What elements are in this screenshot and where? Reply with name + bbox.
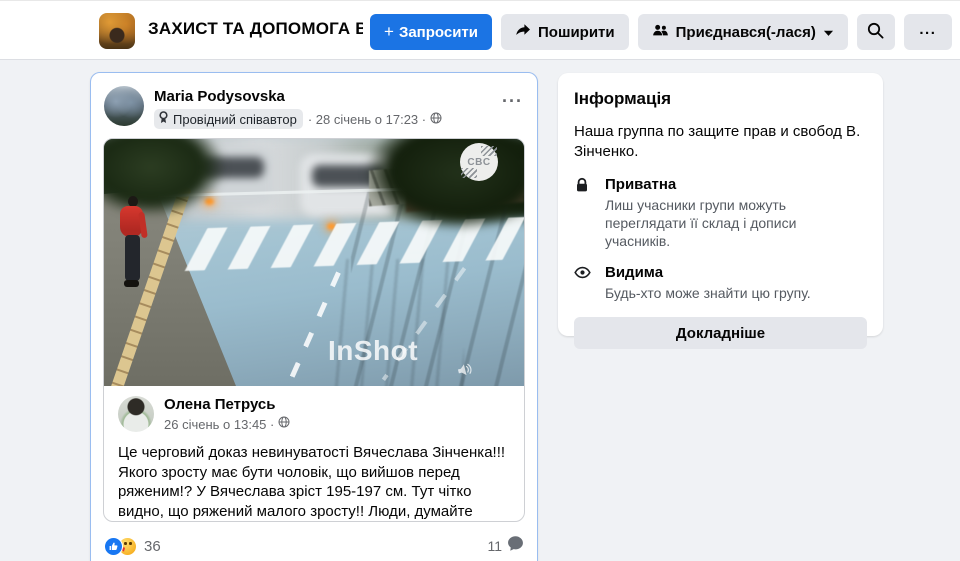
comment-count: 11 — [487, 538, 502, 554]
chevron-down-icon — [823, 24, 834, 41]
post-timestamp[interactable]: · 28 січень о 17:23 · — [308, 112, 442, 127]
pedestrian-figure — [119, 196, 147, 292]
comment-bubble-icon — [507, 535, 524, 557]
shared-post-text: Це черговий доказ невинуватості Вячеслав… — [104, 434, 524, 522]
badge-label: Провідний співавтор — [173, 112, 297, 127]
ellipsis-icon: ... — [919, 21, 936, 38]
invite-label: Запросити — [399, 24, 478, 41]
invite-button[interactable]: + Запросити — [370, 14, 492, 50]
shared-post-header: Олена Петрусь 26 січень о 13:45 · — [104, 386, 524, 434]
group-title[interactable]: ЗАХИСТ ТА ДОПОМОГА ВЯ... — [148, 19, 363, 39]
like-reaction-icon — [104, 537, 123, 556]
share-button[interactable]: Поширити — [501, 14, 629, 50]
post-meta-row: Провідний співавтор · 28 січень о 17:23 … — [154, 109, 442, 129]
shared-author-name[interactable]: Олена Петрусь — [164, 396, 275, 413]
header-more-button[interactable]: ... — [904, 14, 952, 50]
group-avatar[interactable] — [99, 13, 135, 49]
globe-icon — [430, 112, 442, 127]
lock-icon — [574, 176, 592, 250]
group-info-card: Інформація Наша группа по защите прав и … — [558, 73, 883, 336]
globe-icon — [278, 415, 290, 433]
group-header-bar: ЗАХИСТ ТА ДОПОМОГА ВЯ... + Запросити Пош… — [0, 0, 960, 60]
visibility-row: Видима Будь-хто може знайти цю групу. — [574, 264, 867, 302]
shared-author-avatar[interactable] — [118, 396, 154, 432]
inshot-watermark: InShot — [328, 335, 418, 367]
privacy-description: Лиш учасники групи можуть переглядати її… — [605, 196, 860, 250]
inshot-text: InShot — [328, 335, 418, 366]
share-label: Поширити — [538, 24, 615, 41]
privacy-row: Приватна Лиш учасники групи можуть перег… — [574, 176, 867, 250]
details-button[interactable]: Докладніше — [574, 317, 867, 349]
post-card: Maria Podysovska Провідний співавтор · 2… — [90, 72, 538, 561]
post-video[interactable]: CBC InShot — [104, 139, 524, 386]
cbc-logo: CBC — [460, 143, 498, 181]
plus-icon: + — [384, 22, 394, 42]
reactions-bar: ♥ 36 11 — [104, 534, 524, 558]
visibility-title: Видима — [605, 264, 860, 281]
info-title: Інформація — [574, 89, 867, 109]
reaction-icons[interactable]: ♥ — [104, 537, 137, 556]
eye-icon — [574, 264, 592, 302]
cbc-logo-text: CBC — [467, 157, 490, 168]
post-options-button[interactable]: ... — [502, 91, 523, 101]
cctv-street-scene: CBC InShot — [104, 139, 524, 386]
shared-post-attachment: CBC InShot Олена Петрусь 26 січень о 13:… — [103, 138, 525, 522]
search-button[interactable] — [857, 14, 895, 50]
visibility-description: Будь-хто може знайти цю групу. — [605, 284, 860, 302]
shared-post-timestamp[interactable]: 26 січень о 13:45 · — [164, 415, 290, 433]
contributor-badge[interactable]: Провідний співавтор — [154, 109, 303, 129]
share-arrow-icon — [515, 22, 531, 42]
shared-timestamp-text: 26 січень о 13:45 · — [164, 417, 274, 432]
post-author-avatar[interactable] — [104, 86, 144, 126]
group-page: ЗАХИСТ ТА ДОПОМОГА ВЯ... + Запросити Пош… — [0, 0, 960, 561]
post-timestamp-text: · 28 січень о 17:23 · — [308, 112, 426, 127]
search-icon — [867, 22, 884, 43]
reaction-count[interactable]: 36 — [144, 538, 161, 555]
header-actions: + Запросити Поширити Приєднався(-лася) — [370, 14, 952, 50]
privacy-title: Приватна — [605, 176, 860, 193]
comment-count-link[interactable]: 11 — [487, 535, 524, 557]
joined-label: Приєднався(-лася) — [676, 24, 816, 41]
group-description: Наша группа по защите прав и свобод В. З… — [574, 122, 864, 162]
badge-medal-icon — [158, 111, 169, 127]
members-icon — [652, 23, 669, 42]
joined-button[interactable]: Приєднався(-лася) — [638, 14, 848, 50]
post-author-name[interactable]: Maria Podysovska — [154, 88, 285, 105]
